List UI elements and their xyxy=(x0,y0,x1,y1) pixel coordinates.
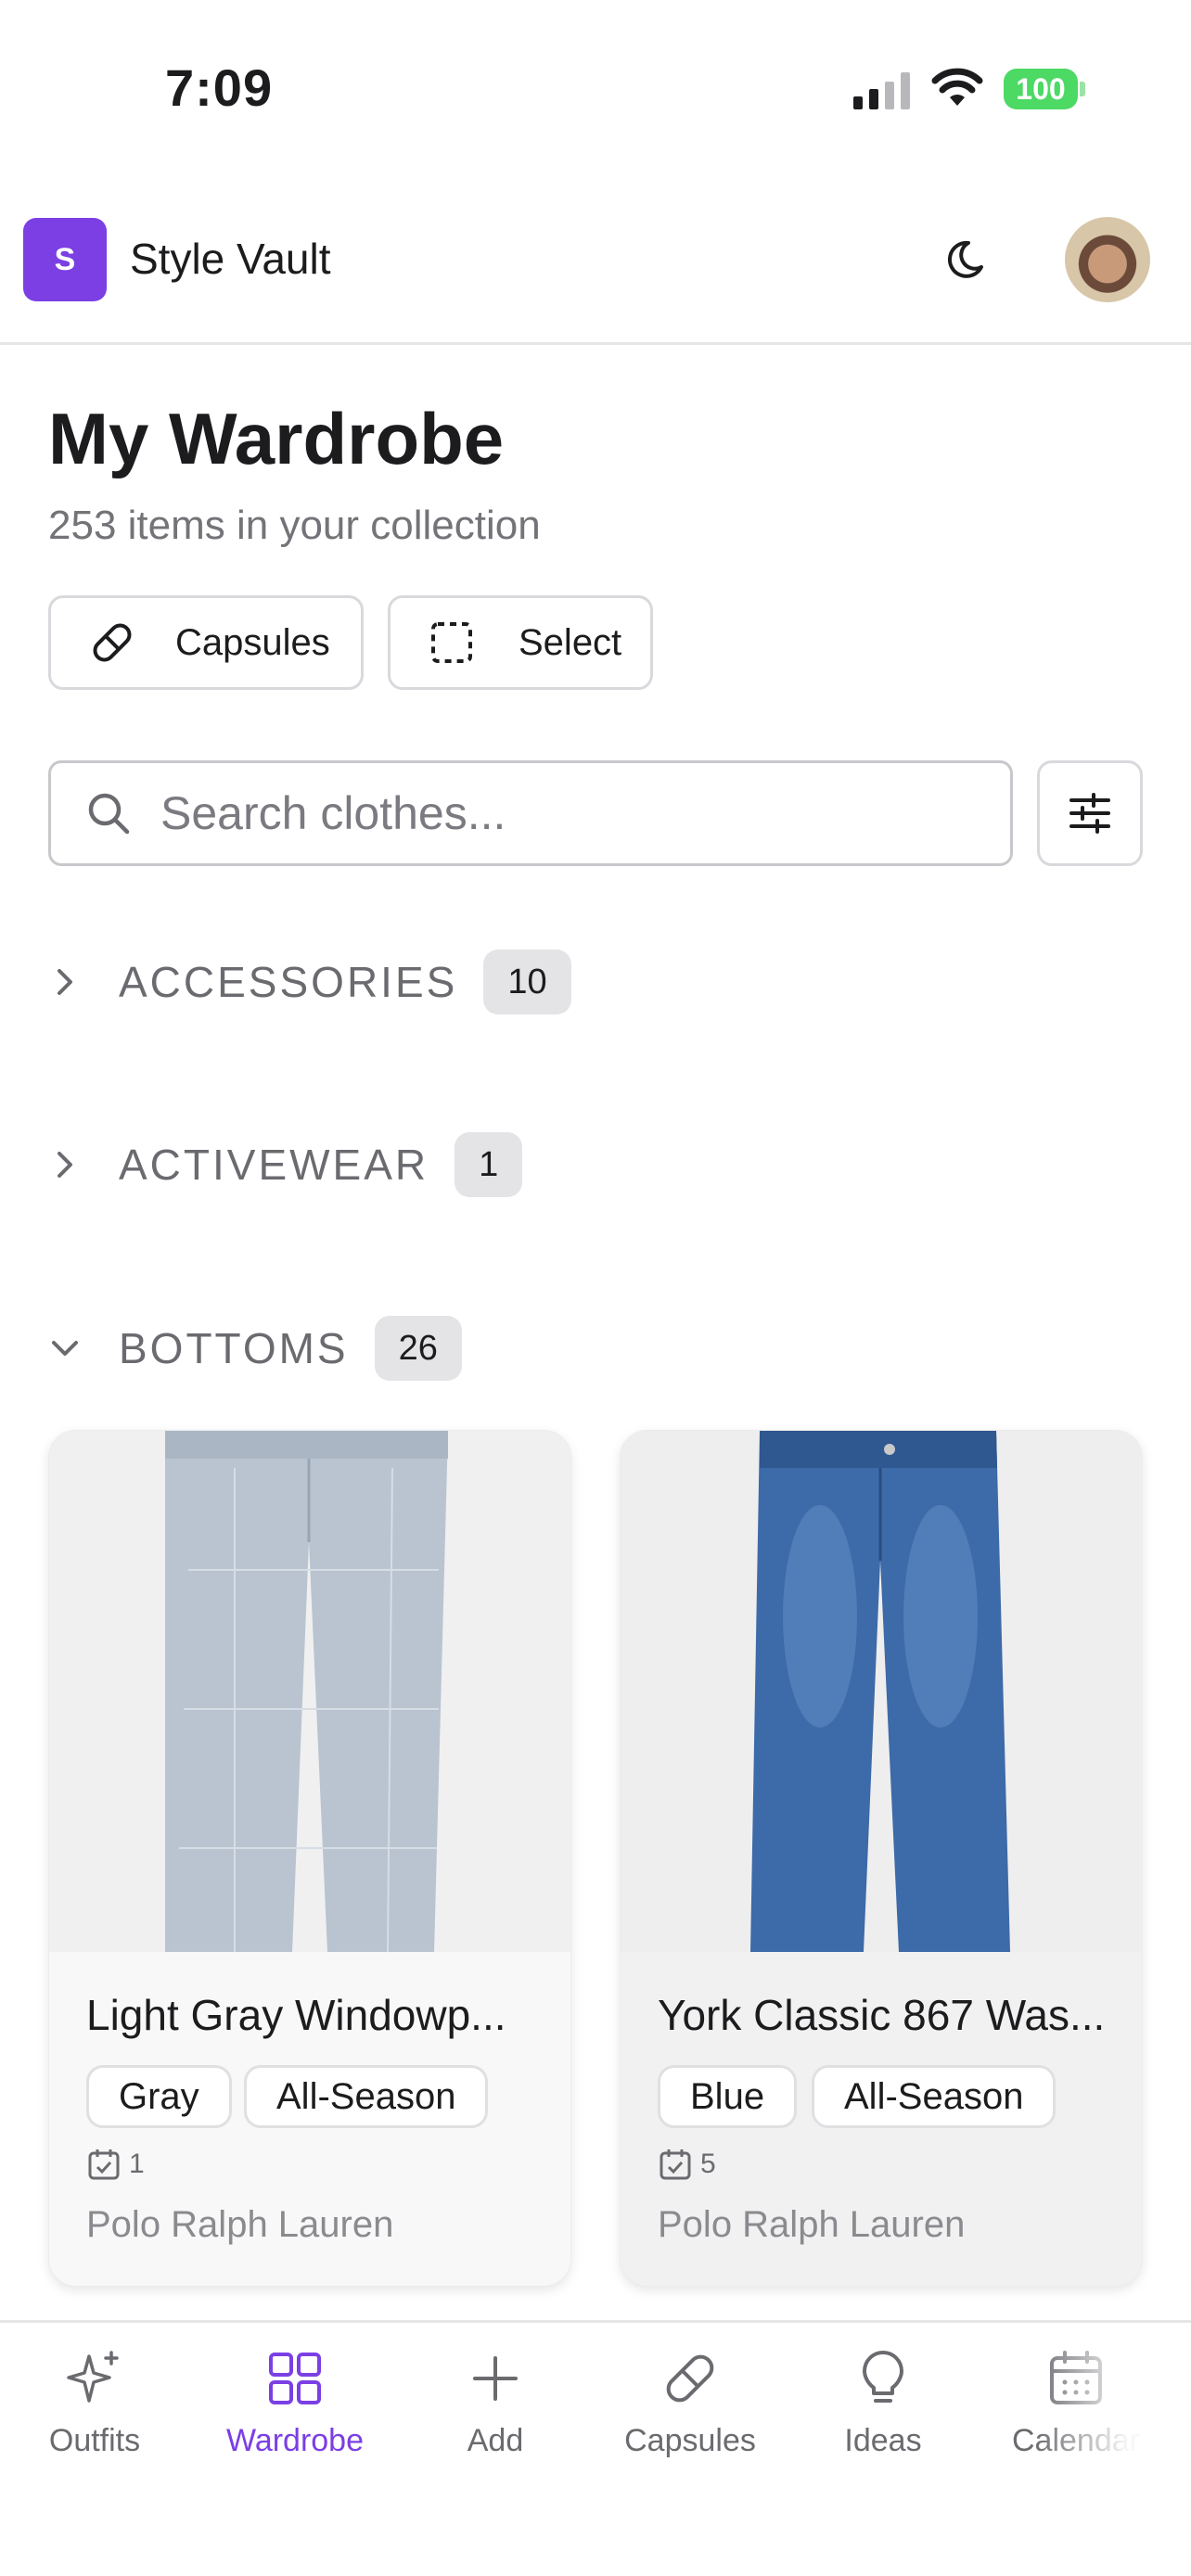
pill-icon xyxy=(93,623,132,662)
category-count-badge: 1 xyxy=(455,1132,523,1197)
category-count-badge: 26 xyxy=(374,1316,462,1381)
item-image-gray-trousers xyxy=(49,1431,570,1952)
item-brand: Polo Ralph Lauren xyxy=(658,2204,966,2245)
bottom-nav: Outfits Wardrobe Add Capsules Ideas Cale… xyxy=(0,2320,1191,2576)
item-tag-season: All-Season xyxy=(244,2065,489,2128)
page-title: My Wardrobe xyxy=(48,398,505,479)
wear-count: 5 xyxy=(658,2147,716,2182)
nav-label: Outfits xyxy=(48,2423,141,2458)
grid-icon xyxy=(269,2353,321,2404)
sliders-icon xyxy=(1069,793,1110,834)
app-title: Style Vault xyxy=(130,235,331,283)
wifi-icon xyxy=(931,68,983,106)
app-logo[interactable]: S xyxy=(23,218,107,301)
capsules-button-label: Capsules xyxy=(175,621,330,663)
select-button-label: Select xyxy=(519,621,622,663)
capsules-button[interactable]: Capsules xyxy=(48,595,364,690)
nav-add[interactable]: Add xyxy=(403,2347,588,2459)
nav-wardrobe[interactable]: Wardrobe xyxy=(202,2347,388,2459)
chevron-right-icon xyxy=(58,1152,72,1178)
category-activewear[interactable]: ACTIVEWEAR 1 xyxy=(48,1131,523,1198)
select-dashed-square-icon xyxy=(431,622,472,663)
nav-label: Calendar xyxy=(1012,2423,1140,2458)
search-icon xyxy=(88,793,130,835)
pill-icon xyxy=(666,2354,714,2403)
category-bottoms[interactable]: BOTTOMS 26 xyxy=(48,1315,462,1382)
status-time: 7:09 xyxy=(165,58,274,117)
item-name: York Classic 867 Was... xyxy=(658,1991,1106,2039)
select-button[interactable]: Select xyxy=(388,595,653,690)
item-image-blue-jeans xyxy=(621,1431,1142,1952)
nav-outfits[interactable]: Outfits xyxy=(2,2347,187,2459)
nav-calendar[interactable]: Calendar xyxy=(983,2347,1169,2459)
filter-button[interactable] xyxy=(1037,760,1143,866)
wardrobe-item-card[interactable]: Light Gray Windowp... Gray All-Season 1 … xyxy=(48,1430,571,2287)
item-name: Light Gray Windowp... xyxy=(86,1991,506,2039)
cellular-signal-icon xyxy=(853,72,910,109)
app-header: S Style Vault xyxy=(0,211,1191,345)
nav-capsules[interactable]: Capsules xyxy=(597,2347,783,2459)
lightbulb-icon xyxy=(863,2351,903,2403)
category-name: ACCESSORIES xyxy=(119,958,458,1006)
page-subtitle: 253 items in your collection xyxy=(48,503,541,548)
category-accessories[interactable]: ACCESSORIES 10 xyxy=(48,949,571,1015)
dark-mode-toggle-icon[interactable] xyxy=(944,232,1000,287)
item-brand: Polo Ralph Lauren xyxy=(86,2204,394,2245)
status-bar: 7:09 100 xyxy=(0,0,1191,176)
nav-label: Add xyxy=(467,2423,524,2458)
chevron-right-icon xyxy=(58,969,72,995)
item-tag-season: All-Season xyxy=(812,2065,1057,2128)
wear-count: 1 xyxy=(86,2147,145,2182)
item-tag-color: Gray xyxy=(86,2065,232,2128)
calendar-icon xyxy=(1050,2351,1102,2404)
plus-icon xyxy=(473,2356,518,2401)
battery-level: 100 xyxy=(1004,69,1078,109)
search-input[interactable] xyxy=(160,786,977,840)
avatar[interactable] xyxy=(1065,217,1150,302)
item-tag-color: Blue xyxy=(658,2065,798,2128)
nav-ideas[interactable]: Ideas xyxy=(790,2347,976,2459)
sparkles-icon xyxy=(67,2351,119,2403)
category-name: ACTIVEWEAR xyxy=(119,1141,429,1189)
wear-count-value: 1 xyxy=(129,2149,145,2179)
calendar-check-icon xyxy=(88,2149,120,2180)
nav-label: Capsules xyxy=(624,2423,756,2458)
wardrobe-item-card[interactable]: York Classic 867 Was... Blue All-Season … xyxy=(620,1430,1143,2287)
wear-count-value: 5 xyxy=(700,2149,716,2179)
battery-icon: 100 xyxy=(1004,69,1085,109)
nav-label: Ideas xyxy=(844,2423,922,2458)
category-count-badge: 10 xyxy=(483,950,571,1014)
chevron-down-icon xyxy=(52,1341,78,1356)
calendar-check-icon xyxy=(660,2149,691,2180)
nav-label: Wardrobe xyxy=(225,2423,365,2458)
search-box[interactable] xyxy=(48,760,1013,866)
category-name: BOTTOMS xyxy=(119,1324,349,1372)
